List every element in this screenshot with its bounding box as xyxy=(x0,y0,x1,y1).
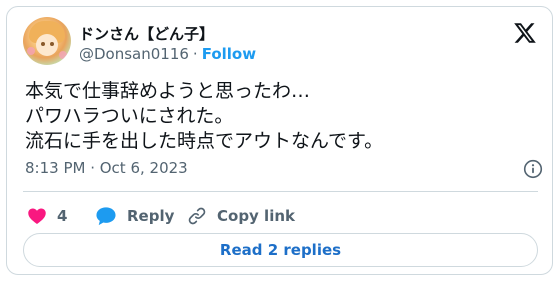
follow-button[interactable]: Follow xyxy=(202,45,256,63)
x-logo-icon[interactable] xyxy=(513,21,537,45)
link-icon xyxy=(188,207,206,225)
read-replies-label: Read 2 replies xyxy=(219,241,342,259)
copy-link-label: Copy link xyxy=(217,207,295,225)
tweet-text: 本気で仕事辞めようと思ったわ… パワハラついにされた。 流石に手を出した時点でア… xyxy=(25,80,384,152)
reply-label: Reply xyxy=(127,207,175,225)
like-count: 4 xyxy=(57,207,68,225)
author-display-name[interactable]: ドンさん【どん子】 xyxy=(79,23,214,44)
copy-link-button[interactable]: Copy link xyxy=(187,205,295,227)
divider xyxy=(23,191,538,192)
author-avatar[interactable] xyxy=(23,17,71,65)
like-button[interactable]: 4 xyxy=(27,205,67,227)
heart-icon xyxy=(28,208,46,224)
info-icon[interactable] xyxy=(523,159,543,179)
tweet-card[interactable]: ドンさん【どん子】 @Donsan0116 · Follow 本気で仕事辞めようと思… xyxy=(6,6,553,275)
read-replies-button[interactable]: Read 2 replies xyxy=(23,233,538,267)
separator-dot: · xyxy=(192,45,198,63)
tweet-timestamp[interactable]: 8:13 PM · Oct 6, 2023 xyxy=(25,159,188,177)
author-handle[interactable]: @Donsan0116 xyxy=(79,45,189,63)
author-handle-line: @Donsan0116 · Follow xyxy=(79,45,256,63)
reply-button[interactable]: Reply xyxy=(95,205,174,227)
speech-bubble-icon xyxy=(96,207,116,226)
